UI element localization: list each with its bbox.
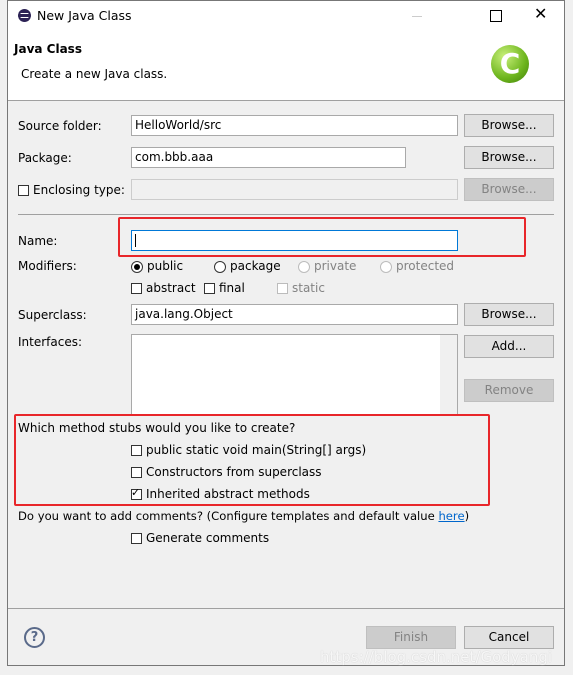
name-label: Name: xyxy=(18,234,58,248)
constructors-checkbox[interactable]: Constructors from superclass xyxy=(131,465,322,479)
superclass-browse-button[interactable]: Browse... xyxy=(464,303,554,326)
superclass-label: Superclass: xyxy=(18,308,87,322)
source-folder-label: Source folder: xyxy=(18,119,102,133)
configure-templates-link[interactable]: here xyxy=(438,509,464,523)
final-checkbox[interactable]: final xyxy=(204,281,245,295)
remove-interface-button: Remove xyxy=(464,379,554,402)
radio-selected-icon xyxy=(131,260,143,273)
wizard-header: Java Class Create a new Java class. C xyxy=(8,32,564,101)
checkbox-icon xyxy=(131,533,142,544)
radio-package[interactable]: package xyxy=(214,259,281,273)
close-button[interactable]: ✕ xyxy=(534,4,547,23)
generate-comments-checkbox[interactable]: Generate comments xyxy=(131,531,269,545)
checkbox-icon xyxy=(131,283,142,294)
constructors-label: Constructors from superclass xyxy=(146,465,322,479)
checkbox-icon xyxy=(131,467,142,478)
add-interface-button[interactable]: Add... xyxy=(464,335,554,358)
static-checkbox: static xyxy=(277,281,325,295)
radio-private: private xyxy=(298,259,356,273)
page-subtitle: Create a new Java class. xyxy=(21,67,168,81)
checkbox-checked-icon: ✓ xyxy=(131,486,142,500)
private-label: private xyxy=(314,259,357,273)
name-input[interactable] xyxy=(131,230,458,251)
title-bar: New Java Class ✕ xyxy=(8,1,564,32)
enclosing-type-input xyxy=(131,179,458,200)
public-label: public xyxy=(147,259,184,273)
window-title: New Java Class xyxy=(37,8,132,23)
help-icon[interactable]: ? xyxy=(24,627,45,648)
package-browse-button[interactable]: Browse... xyxy=(464,146,554,169)
modifiers-label: Modifiers: xyxy=(18,259,77,273)
protected-label: protected xyxy=(396,259,455,273)
source-folder-browse-button[interactable]: Browse... xyxy=(464,114,554,137)
minimize-button[interactable] xyxy=(412,16,422,17)
finish-button: Finish xyxy=(366,626,456,649)
package-label: Package: xyxy=(18,151,72,165)
generate-comments-label: Generate comments xyxy=(146,531,270,545)
radio-protected: protected xyxy=(380,259,454,273)
radio-public[interactable]: public xyxy=(131,259,183,273)
comments-question-text: Do you want to add comments? (Configure … xyxy=(18,509,439,523)
enclosing-type-label: Enclosing type: xyxy=(33,183,125,197)
watermark: https://blog.csdn.net/Godyangi xyxy=(320,648,553,666)
enclosing-type-checkbox[interactable]: Enclosing type: xyxy=(18,183,125,197)
comments-close-paren: ) xyxy=(464,509,470,523)
inherited-methods-checkbox[interactable]: ✓ Inherited abstract methods xyxy=(131,486,310,501)
java-class-icon: C xyxy=(491,45,529,83)
maximize-button[interactable] xyxy=(490,10,502,22)
abstract-checkbox[interactable]: abstract xyxy=(131,281,196,295)
checkbox-icon xyxy=(131,445,142,456)
source-folder-input[interactable]: HelloWorld/src xyxy=(131,115,458,136)
static-label: static xyxy=(292,281,325,295)
eclipse-icon xyxy=(18,9,31,22)
package-input[interactable]: com.bbb.aaa xyxy=(131,147,406,168)
checkbox-icon xyxy=(277,283,288,294)
separator xyxy=(18,214,554,215)
package-label: package xyxy=(230,259,281,273)
main-method-label: public static void main(String[] args) xyxy=(146,443,367,457)
checkbox-icon xyxy=(18,185,29,196)
interfaces-list[interactable] xyxy=(131,334,458,414)
radio-icon xyxy=(298,260,310,273)
radio-icon xyxy=(214,260,226,273)
page-title: Java Class xyxy=(14,42,82,56)
superclass-input[interactable]: java.lang.Object xyxy=(131,304,458,325)
stubs-question: Which method stubs would you like to cre… xyxy=(18,421,296,435)
footer-separator xyxy=(8,608,564,609)
cancel-button[interactable]: Cancel xyxy=(464,626,554,649)
enclosing-type-browse-button: Browse... xyxy=(464,178,554,201)
main-method-checkbox[interactable]: public static void main(String[] args) xyxy=(131,443,366,457)
radio-icon xyxy=(380,260,392,273)
checkbox-icon xyxy=(204,283,215,294)
final-label: final xyxy=(219,281,245,295)
scrollbar[interactable] xyxy=(440,335,457,414)
abstract-label: abstract xyxy=(146,281,196,295)
inherited-methods-label: Inherited abstract methods xyxy=(146,487,310,501)
interfaces-label: Interfaces: xyxy=(18,335,83,349)
comments-question: Do you want to add comments? (Configure … xyxy=(18,509,469,523)
